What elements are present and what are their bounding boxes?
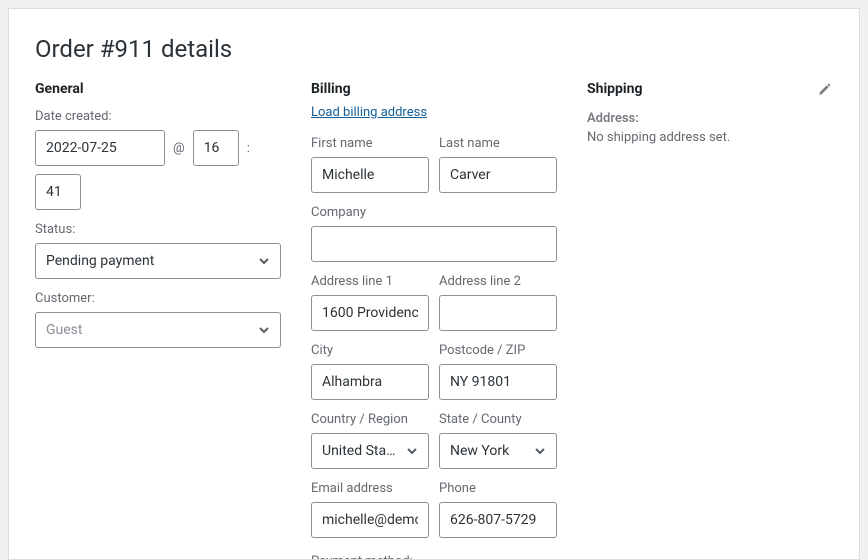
shipping-address-text: No shipping address set. xyxy=(587,130,833,145)
shipping-heading: Shipping xyxy=(587,81,833,97)
status-select[interactable]: Pending payment xyxy=(35,243,281,279)
status-label: Status: xyxy=(35,222,281,237)
last-name-input[interactable] xyxy=(439,157,557,193)
phone-input[interactable] xyxy=(439,502,557,538)
at-symbol: @ xyxy=(173,141,185,156)
country-select[interactable]: United States... xyxy=(311,433,429,469)
address2-label: Address line 2 xyxy=(439,274,557,289)
email-label: Email address xyxy=(311,481,429,496)
edit-shipping-button[interactable] xyxy=(815,81,833,99)
customer-select-value: Guest xyxy=(46,322,252,338)
chevron-down-icon xyxy=(258,255,270,267)
customer-select[interactable]: Guest xyxy=(35,312,281,348)
customer-label: Customer: xyxy=(35,291,281,306)
first-name-label: First name xyxy=(311,136,429,151)
city-label: City xyxy=(311,343,429,358)
general-column: General Date created: @ : Status: Pendin… xyxy=(35,81,281,560)
general-heading: General xyxy=(35,81,281,97)
page-title: Order #911 details xyxy=(35,35,833,63)
pencil-icon xyxy=(817,83,831,97)
phone-label: Phone xyxy=(439,481,557,496)
country-select-value: United States... xyxy=(322,443,400,459)
city-input[interactable] xyxy=(311,364,429,400)
date-created-label: Date created: xyxy=(35,109,281,124)
country-label: Country / Region xyxy=(311,412,429,427)
postcode-label: Postcode / ZIP xyxy=(439,343,557,358)
postcode-input[interactable] xyxy=(439,364,557,400)
state-select-value: New York xyxy=(450,443,528,459)
date-input[interactable] xyxy=(35,130,165,166)
shipping-column: Shipping Address: No shipping address se… xyxy=(587,81,833,560)
billing-heading: Billing xyxy=(311,81,557,97)
order-details-panel: Order #911 details General Date created:… xyxy=(8,8,860,560)
minute-input[interactable] xyxy=(35,174,81,210)
company-input[interactable] xyxy=(311,226,557,262)
colon-symbol: : xyxy=(247,141,250,156)
hour-input[interactable] xyxy=(193,130,239,166)
billing-column: Billing Load billing address First name … xyxy=(311,81,557,560)
first-name-input[interactable] xyxy=(311,157,429,193)
email-input[interactable] xyxy=(311,502,429,538)
company-label: Company xyxy=(311,205,557,220)
load-billing-link[interactable]: Load billing address xyxy=(311,105,427,120)
address1-label: Address line 1 xyxy=(311,274,429,289)
last-name-label: Last name xyxy=(439,136,557,151)
chevron-down-icon xyxy=(534,445,546,457)
state-select[interactable]: New York xyxy=(439,433,557,469)
payment-method-label: Payment method: xyxy=(311,554,557,560)
chevron-down-icon xyxy=(406,445,418,457)
address1-input[interactable] xyxy=(311,295,429,331)
state-label: State / County xyxy=(439,412,557,427)
address2-input[interactable] xyxy=(439,295,557,331)
status-select-value: Pending payment xyxy=(46,253,252,269)
chevron-down-icon xyxy=(258,324,270,336)
shipping-address-label: Address: xyxy=(587,111,833,126)
